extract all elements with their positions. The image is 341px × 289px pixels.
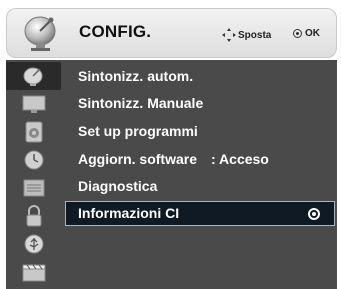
menu-item-label: Informazioni CI bbox=[78, 205, 180, 221]
menu-item-set-up-programmi[interactable]: Set up programmi bbox=[78, 118, 333, 144]
tv-osd-screen: CONFIG. Sposta OK Sintonizz. autom. Sint… bbox=[0, 0, 341, 289]
tv-screen-icon bbox=[22, 95, 45, 113]
ok-button-icon bbox=[293, 29, 302, 38]
header-bar: CONFIG. Sposta OK bbox=[6, 8, 337, 58]
sidebar-item-movie[interactable] bbox=[6, 258, 61, 286]
menu-item-label: Set up programmi bbox=[78, 123, 198, 139]
menu-item-value: : Acceso bbox=[211, 151, 269, 167]
usb-icon bbox=[24, 234, 43, 254]
ok-hint-label: OK bbox=[305, 28, 320, 39]
menu-item-label: Sintonizz. Manuale bbox=[78, 95, 204, 111]
menu-item-informazioni-ci[interactable]: Informazioni CI bbox=[78, 200, 333, 226]
menu-item-label: Aggiorn. software bbox=[78, 151, 198, 167]
move-hint-label: Sposta bbox=[238, 29, 272, 41]
menu-item-aggiorn-software[interactable]: Aggiorn. software : Acceso bbox=[78, 146, 333, 172]
move-hint: Sposta bbox=[222, 28, 271, 42]
sidebar-item-lock[interactable] bbox=[6, 202, 61, 230]
sidebar-item-audio[interactable] bbox=[6, 118, 61, 146]
clapperboard-icon bbox=[22, 264, 45, 282]
category-sidebar bbox=[6, 60, 61, 289]
clock-icon bbox=[24, 150, 43, 170]
menu-item-label: Sintonizz. autom. bbox=[78, 68, 194, 84]
menu-item-diagnostica[interactable]: Diagnostica bbox=[78, 173, 333, 199]
speaker-icon bbox=[25, 121, 42, 143]
menu-item-sintonizz-manuale[interactable]: Sintonizz. Manuale bbox=[78, 90, 333, 116]
menu-item-sintonizz-autom[interactable]: Sintonizz. autom. bbox=[78, 63, 333, 89]
dpad-arrows-icon bbox=[222, 28, 236, 42]
sidebar-item-usb[interactable] bbox=[6, 230, 61, 258]
config-menu: Sintonizz. autom. Sintonizz. Manuale Set… bbox=[61, 60, 337, 289]
menu-item-label: Diagnostica bbox=[78, 178, 158, 194]
sidebar-item-picture[interactable] bbox=[6, 90, 61, 118]
lock-icon bbox=[26, 205, 41, 227]
setup-satellite-icon bbox=[21, 14, 61, 52]
ok-hint: OK bbox=[293, 28, 320, 39]
sidebar-item-time[interactable] bbox=[6, 146, 61, 174]
satellite-dish-icon bbox=[23, 67, 42, 86]
sidebar-item-setup[interactable] bbox=[6, 62, 61, 90]
option-icon bbox=[23, 179, 44, 197]
page-title: CONFIG. bbox=[79, 22, 152, 41]
sidebar-item-option[interactable] bbox=[6, 174, 61, 202]
